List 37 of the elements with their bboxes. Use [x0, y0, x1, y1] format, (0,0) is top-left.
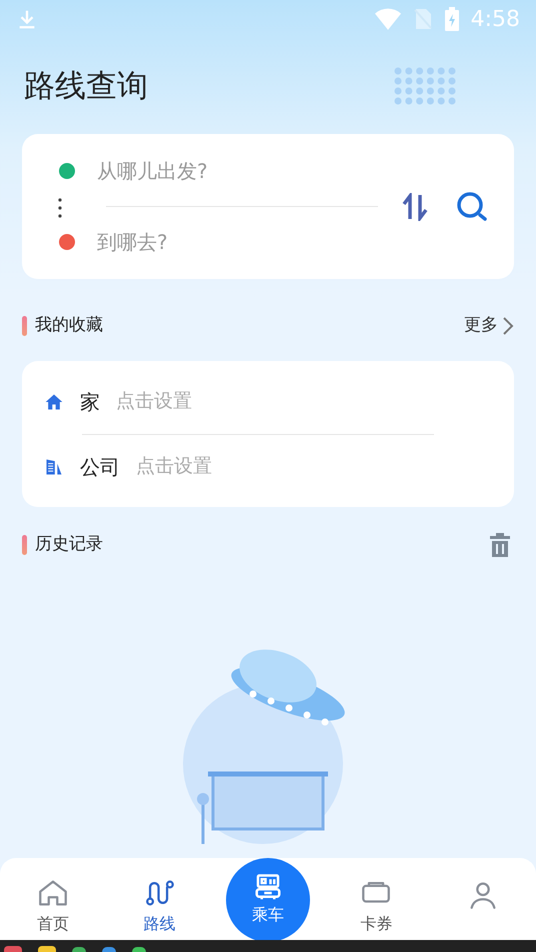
nav-tab[interactable]: 路线 — [120, 876, 200, 936]
dot-pattern-icon — [394, 67, 456, 105]
section-title: 我的收藏 — [35, 314, 103, 338]
ride-label: 乘车 — [252, 904, 284, 926]
app-icon — [38, 946, 56, 952]
nav-tab[interactable]: 首页 — [13, 876, 94, 936]
destination-input-field[interactable]: 到哪去? — [97, 227, 390, 257]
favorite-item[interactable]: 公司 点击设置 — [22, 452, 514, 482]
house-icon — [44, 392, 64, 412]
battery-charging-icon — [444, 7, 459, 31]
favorite-name: 公司 — [80, 454, 120, 480]
nav-tab[interactable]: 卡券 — [336, 876, 416, 936]
delete-button[interactable] — [490, 533, 510, 557]
app-icon — [102, 947, 116, 952]
page-title: 路线查询 — [24, 66, 148, 106]
section-marker — [22, 316, 27, 336]
section-marker — [22, 535, 27, 555]
swap-arrows-icon — [402, 192, 428, 220]
app-icon — [72, 947, 86, 952]
wifi-icon — [374, 8, 401, 30]
trash-icon — [490, 533, 510, 557]
no-sim-icon — [412, 8, 433, 30]
app-icon — [132, 947, 146, 952]
favorite-item[interactable]: 家 点击设置 — [22, 386, 514, 416]
favorite-hint: 点击设置 — [136, 454, 212, 480]
app-icon — [4, 946, 22, 952]
search-icon — [456, 190, 488, 222]
clock-time: 4:58 — [470, 6, 520, 34]
favorite-hint: 点击设置 — [116, 389, 192, 414]
origin-input-field[interactable]: 从哪儿出发? — [97, 156, 390, 186]
favorite-name: 家 — [80, 388, 100, 416]
more-link[interactable]: 更多 — [464, 313, 514, 339]
ride-tab[interactable]: 乘车 — [226, 858, 310, 942]
section-title: 历史记录 — [35, 533, 103, 556]
building-icon — [44, 456, 64, 476]
dotted-line-icon — [58, 198, 62, 218]
chevron-right-icon — [502, 316, 514, 336]
